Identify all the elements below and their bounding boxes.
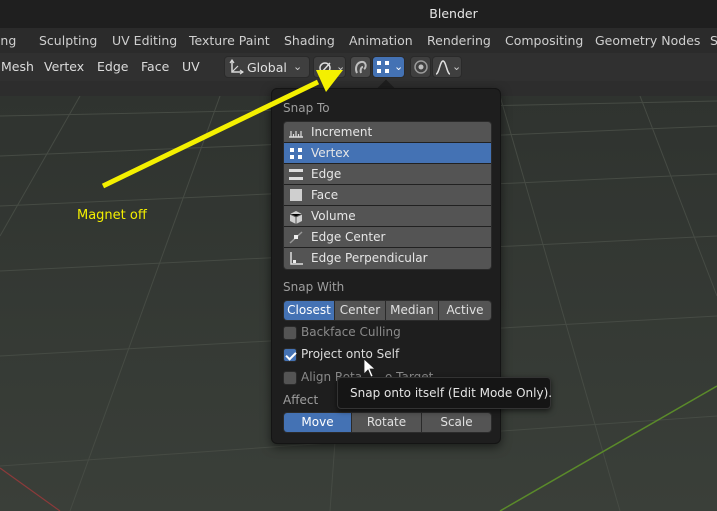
annotation-label: Magnet off — [77, 208, 147, 223]
annotation-overlay — [101, 70, 377, 378]
annotation-arrow-shaft — [101, 79, 320, 189]
mouse-cursor-icon — [363, 358, 377, 378]
annotation-arrow-head — [316, 70, 343, 92]
